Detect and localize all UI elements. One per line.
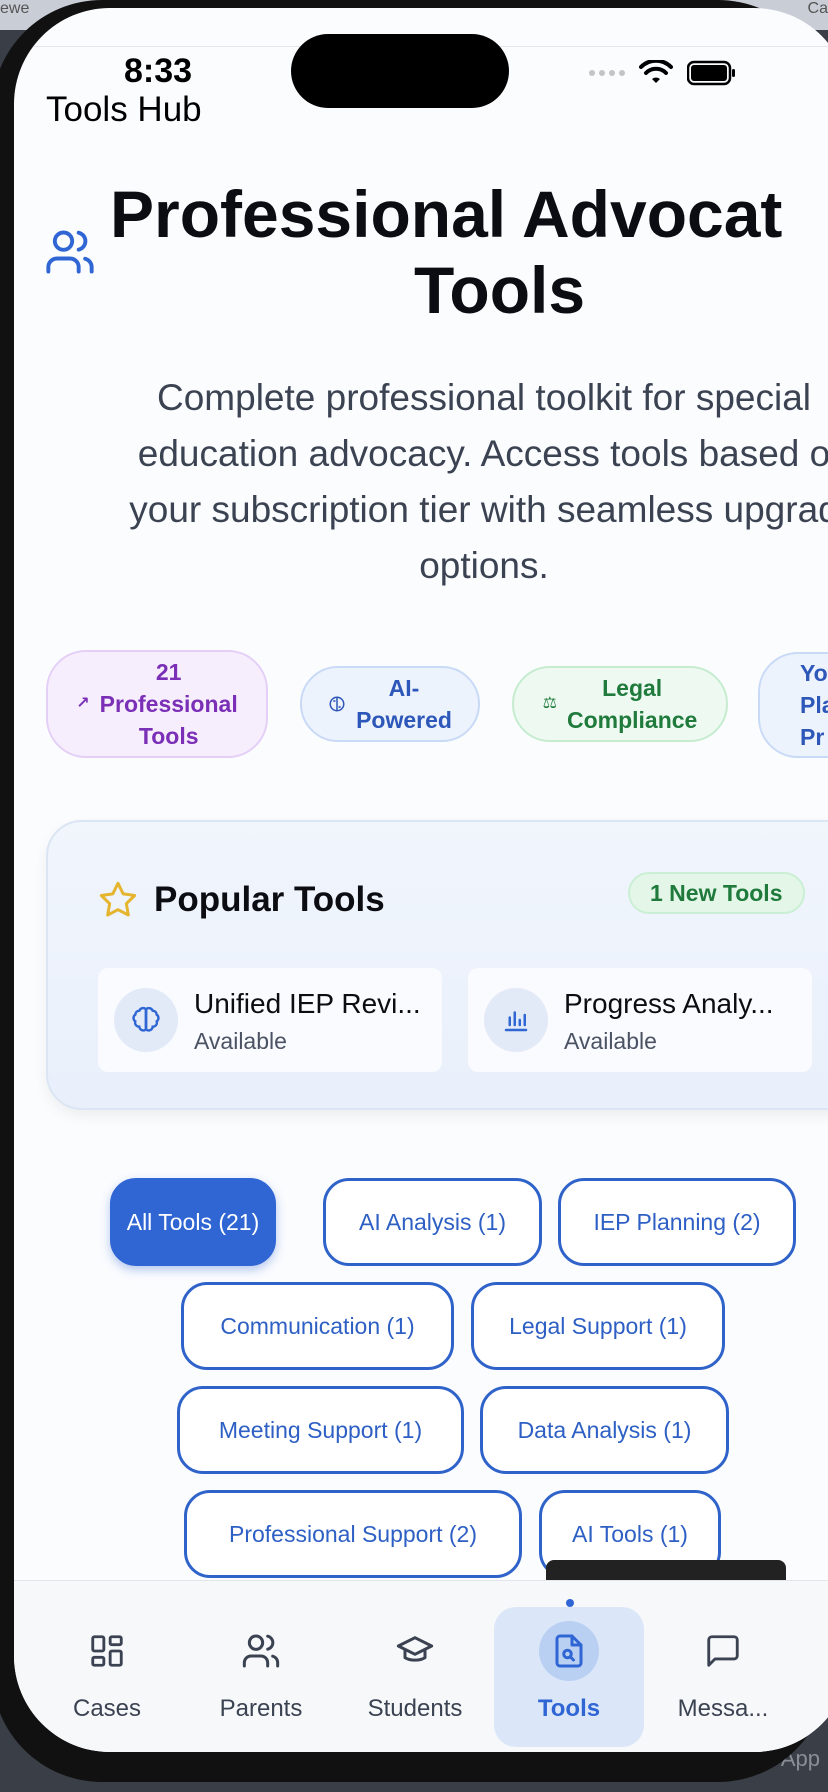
subtitle-line: options. — [419, 545, 549, 586]
filter-chip-communication[interactable]: Communication (1) — [181, 1282, 454, 1370]
signal-dots-icon — [589, 70, 625, 76]
message-icon — [707, 1635, 739, 1667]
new-tools-badge: 1 New Tools — [628, 872, 805, 914]
tab-label: Tools — [537, 1695, 601, 1722]
brain-icon — [114, 988, 178, 1052]
tab-label: Messa... — [677, 1695, 769, 1722]
trend-up-icon: ↗ — [76, 695, 90, 712]
grid-icon — [91, 1635, 123, 1667]
badge-text: AI- — [388, 675, 420, 701]
tab-parents[interactable]: Parents — [186, 1607, 336, 1747]
battery-icon — [687, 60, 735, 86]
popular-tools-title: Popular Tools — [154, 880, 385, 919]
filter-chip-data-analysis[interactable]: Data Analysis (1) — [480, 1386, 729, 1474]
status-time: 8:33 — [124, 52, 193, 90]
page-title-line1: Professional Advocat — [110, 177, 783, 251]
badge-professional-tools: ↗ 21 Professional Tools — [46, 650, 268, 758]
document-search-icon — [555, 1634, 583, 1668]
bar-chart-icon — [484, 988, 548, 1052]
dynamic-island — [291, 34, 509, 108]
subtitle-line: your subscription tier with seamless upg… — [129, 489, 828, 530]
tab-tools[interactable]: Tools — [494, 1607, 644, 1747]
popular-tool-card[interactable]: Unified IEP Revi... Available — [98, 968, 442, 1072]
filter-chip-iep-planning[interactable]: IEP Planning (2) — [558, 1178, 796, 1266]
badge-text: Compliance — [566, 707, 698, 733]
badge-text: Tools — [138, 723, 199, 749]
tool-name: Progress Analy... — [564, 988, 774, 1019]
tab-label: Parents — [219, 1695, 303, 1722]
app-title: Tools Hub — [46, 90, 202, 129]
subtitle-line: Complete professional toolkit for specia… — [157, 377, 811, 418]
status-icons — [589, 60, 737, 86]
scale-icon: ⚖ — [542, 695, 557, 712]
graduation-cap-icon — [396, 1636, 434, 1662]
badge-text: Pr — [800, 724, 825, 750]
star-icon — [99, 881, 137, 917]
filter-chip-professional-support[interactable]: Professional Support (2) — [184, 1490, 522, 1578]
page-subtitle: Complete professional toolkit for specia… — [44, 370, 828, 594]
tab-label: Cases — [72, 1695, 142, 1722]
filter-chip-meeting-support[interactable]: Meeting Support (1) — [177, 1386, 464, 1474]
badge-your-plan: You Pla Pr — [758, 652, 828, 758]
badge-text: Pla — [800, 692, 828, 718]
tool-name: Unified IEP Revi... — [194, 988, 421, 1019]
phone-screen: 8:33 Tools Hub Professional Advocat Tool… — [14, 8, 828, 1752]
tool-status: Available — [194, 1028, 287, 1054]
users-icon — [46, 230, 94, 274]
tab-cases[interactable]: Cases — [32, 1607, 182, 1747]
popular-tool-card[interactable]: Progress Analy... Available — [468, 968, 812, 1072]
page-title-line2: Tools — [414, 253, 586, 327]
badge-ai-powered: AI- Powered — [300, 666, 480, 742]
badge-text: Powered — [356, 707, 452, 733]
tab-label: Students — [367, 1695, 463, 1722]
popular-tools-panel: Popular Tools 1 New Tools Unified IEP Re… — [46, 820, 828, 1110]
filter-chip-ai-analysis[interactable]: AI Analysis (1) — [323, 1178, 542, 1266]
badge-text: You — [800, 660, 828, 686]
users-icon — [242, 1634, 280, 1668]
bottom-tab-bar: Cases Parents Students Tools Messa... — [14, 1580, 828, 1752]
badge-legal-compliance: ⚖ Legal Compliance — [512, 666, 728, 742]
badge-text: Professional — [99, 691, 238, 717]
wifi-icon — [639, 60, 673, 83]
brain-icon — [329, 696, 345, 712]
tool-status: Available — [564, 1028, 657, 1054]
filter-chip-all-tools[interactable]: All Tools (21) — [110, 1178, 276, 1266]
tab-students[interactable]: Students — [340, 1607, 490, 1747]
tab-messages[interactable]: Messa... — [648, 1607, 798, 1747]
badge-text: Legal — [602, 675, 663, 701]
active-tab-indicator — [566, 1599, 574, 1607]
subtitle-line: education advocacy. Access tools based o — [137, 433, 828, 474]
filter-chip-legal-support[interactable]: Legal Support (1) — [471, 1282, 725, 1370]
badge-text: 21 — [155, 659, 182, 685]
phone-frame: 8:33 Tools Hub Professional Advocat Tool… — [0, 0, 828, 1792]
page-title: Professional Advocat Tools — [110, 176, 828, 328]
